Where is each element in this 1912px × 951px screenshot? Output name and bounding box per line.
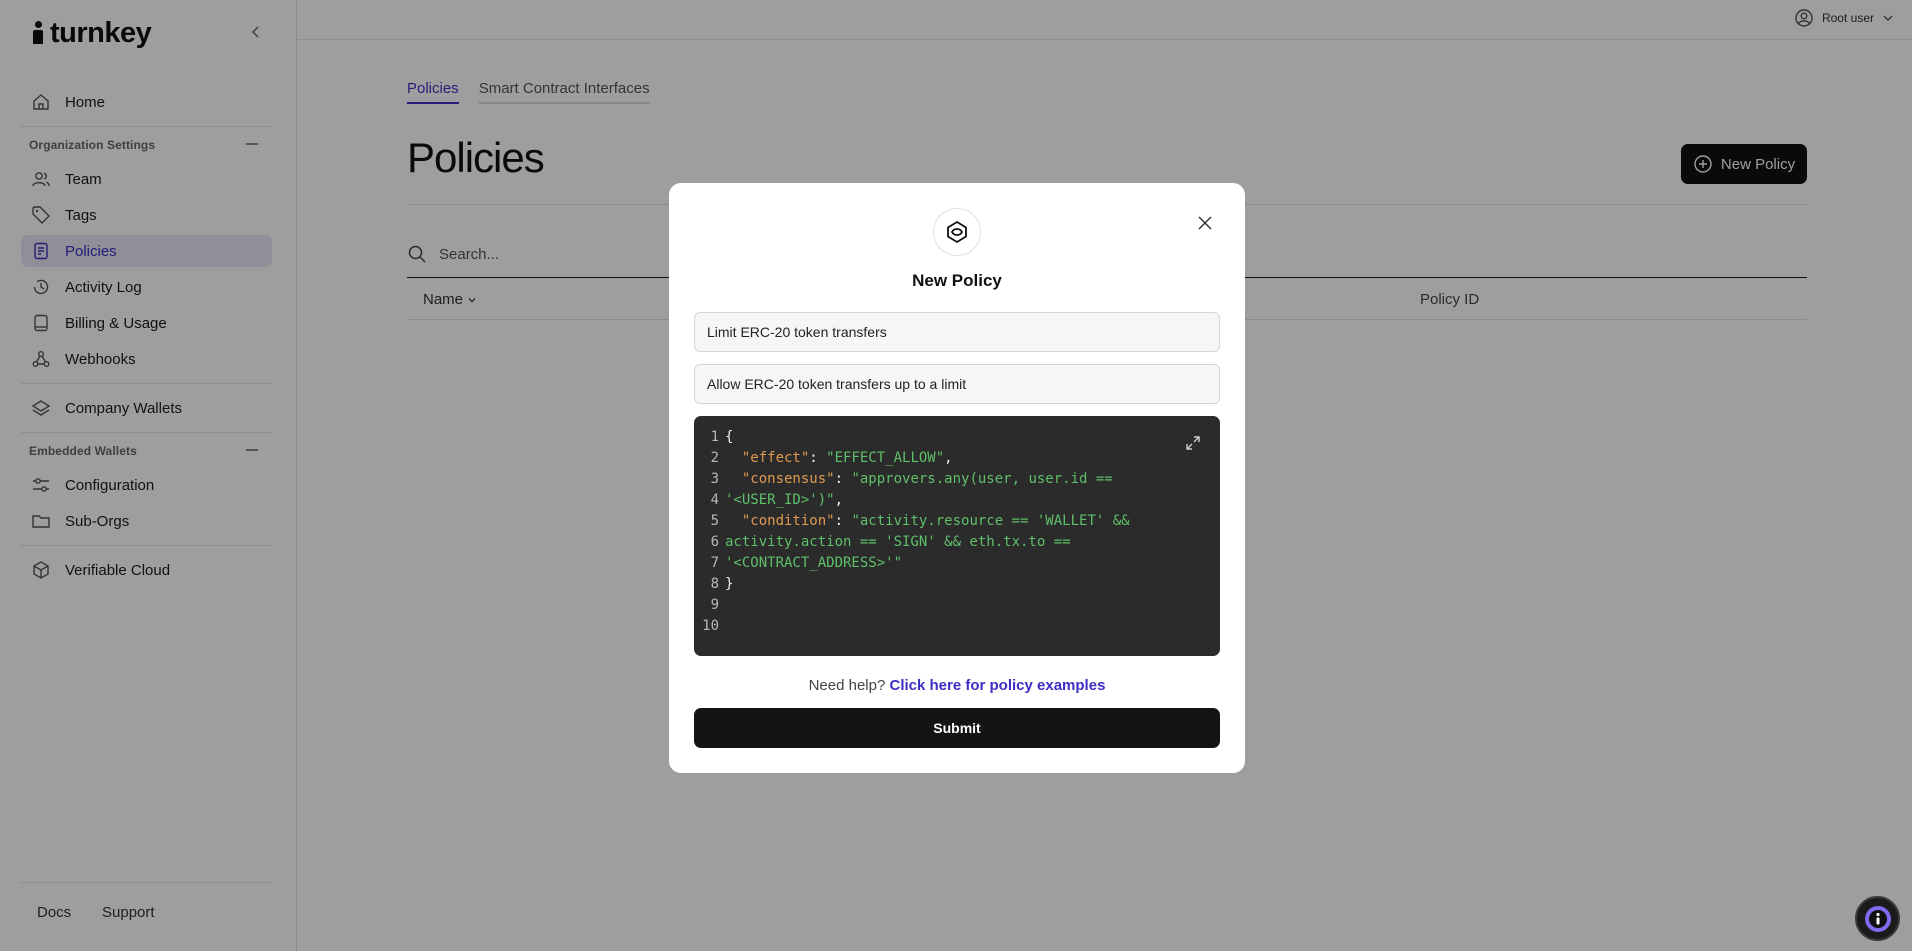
new-policy-modal: New Policy 1{2 "effect": "EFFECT_ALLOW",… <box>669 183 1245 773</box>
close-modal-button[interactable] <box>1195 213 1215 233</box>
policy-shield-icon <box>947 220 967 244</box>
help-prefix: Need help? <box>808 677 886 694</box>
code-text: '<USER_ID>')", <box>725 490 843 511</box>
code-token: } <box>725 576 734 592</box>
code-token: { <box>725 429 734 445</box>
code-token: , <box>944 450 953 466</box>
line-number: 9 <box>710 597 719 613</box>
policy-description-input[interactable] <box>694 364 1220 404</box>
line-number: 4 <box>710 492 719 508</box>
policy-code-editor[interactable]: 1{2 "effect": "EFFECT_ALLOW", 3 "consensu… <box>694 416 1220 656</box>
code-line: 4 '<USER_ID>')", <box>694 490 1220 511</box>
expand-editor-button[interactable] <box>1184 434 1202 452</box>
code-token: "condition" <box>725 513 835 529</box>
line-number: 2 <box>710 450 719 466</box>
line-number: 8 <box>710 576 719 592</box>
code-line: 3 "consensus": "approvers.any(user, user… <box>694 469 1220 490</box>
line-number: 6 <box>710 534 719 550</box>
line-number: 1 <box>710 429 719 445</box>
code-line: 7 '<CONTRACT_ADDRESS>'" <box>694 553 1220 574</box>
code-line: 6 activity.action == 'SIGN' && eth.tx.to … <box>694 532 1220 553</box>
code-token: : <box>809 450 827 466</box>
code-token: , <box>834 492 844 508</box>
code-line: 1{ <box>694 427 1220 448</box>
code-text: } <box>725 574 733 595</box>
code-text: activity.action == 'SIGN' && eth.tx.to =… <box>725 532 1071 553</box>
code-token: '<CONTRACT_ADDRESS>'" <box>725 555 903 571</box>
line-number: 3 <box>710 471 719 487</box>
line-number: 7 <box>710 555 719 571</box>
code-line: 2 "effect": "EFFECT_ALLOW", <box>694 448 1220 469</box>
code-line: 5 "condition": "activity.resource == 'WA… <box>694 511 1220 532</box>
code-token: "effect" <box>725 450 810 466</box>
close-icon <box>1198 216 1212 230</box>
modal-title: New Policy <box>912 271 1002 290</box>
code-token: : <box>834 513 852 529</box>
code-text: "condition": "activity.resource == 'WALL… <box>725 511 1130 532</box>
submit-button[interactable]: Submit <box>694 708 1220 748</box>
code-token: : <box>834 471 852 487</box>
expand-icon <box>1186 436 1200 450</box>
code-token: "approvers.any(user, user.id == <box>851 471 1113 487</box>
code-token: "consensus" <box>725 471 835 487</box>
code-token: "activity.resource == 'WALLET' && <box>851 513 1130 529</box>
code-line: 9 <box>694 595 1220 616</box>
code-text: '<CONTRACT_ADDRESS>'" <box>725 553 902 574</box>
policy-badge <box>933 208 981 256</box>
help-text: Need help? Click here for policy example… <box>669 677 1245 694</box>
assistant-chat-button[interactable] <box>1855 896 1900 941</box>
assistant-icon <box>1864 905 1891 932</box>
line-number: 5 <box>710 513 719 529</box>
code-text: "consensus": "approvers.any(user, user.i… <box>725 469 1113 490</box>
code-token: activity.action == 'SIGN' && eth.tx.to =… <box>725 534 1071 550</box>
policy-examples-link[interactable]: Click here for policy examples <box>889 677 1105 694</box>
policy-name-input[interactable] <box>694 312 1220 352</box>
code-token: "EFFECT_ALLOW" <box>826 450 945 466</box>
code-text: "effect": "EFFECT_ALLOW", <box>725 448 953 469</box>
code-line: 8} <box>694 574 1220 595</box>
line-number: 10 <box>702 618 719 634</box>
code-text: { <box>725 427 733 448</box>
code-line: 10 <box>694 616 1220 637</box>
code-token: '<USER_ID>')" <box>725 492 835 508</box>
